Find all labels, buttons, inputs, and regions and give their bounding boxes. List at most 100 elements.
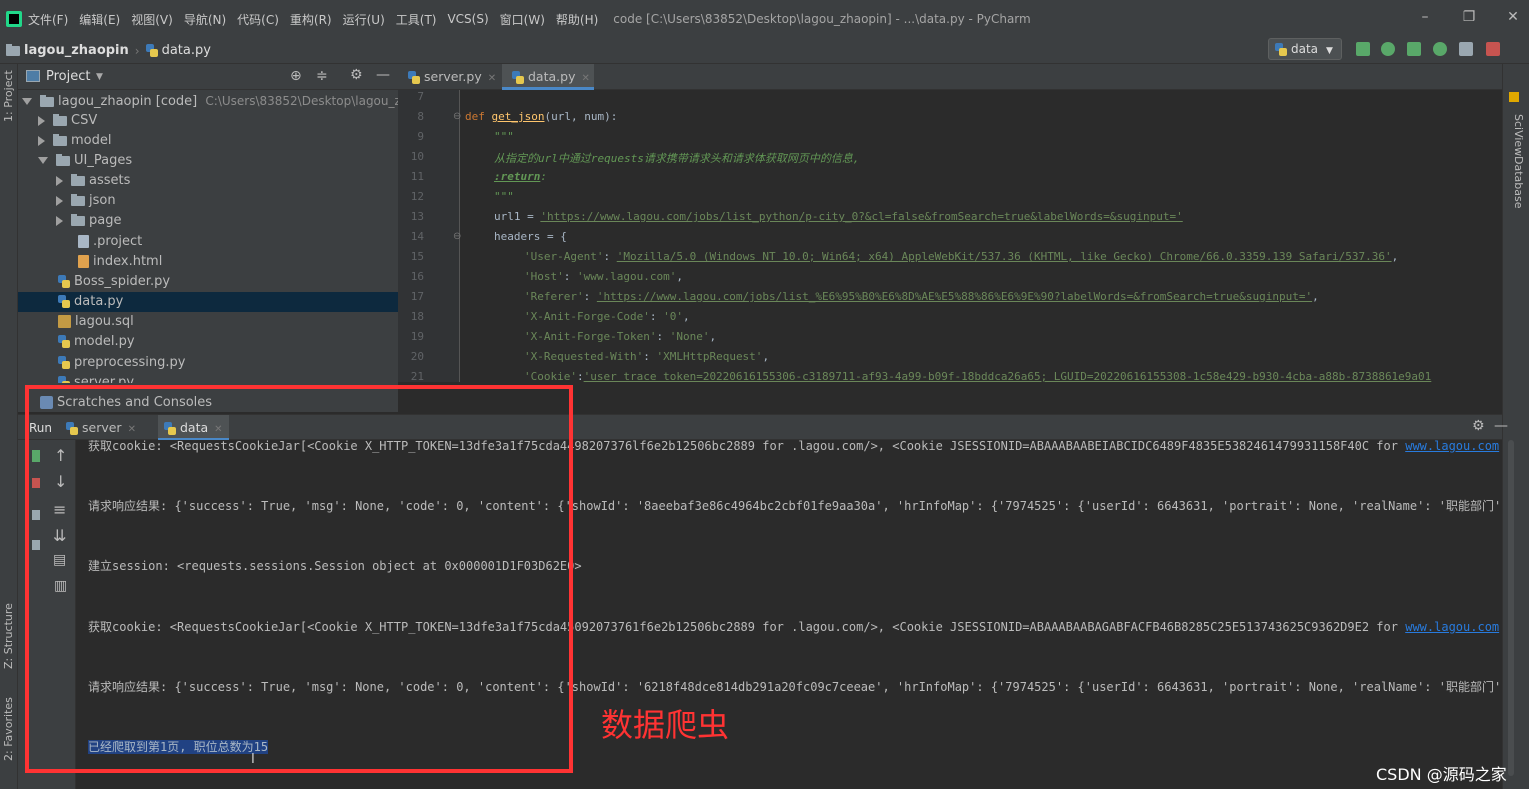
collapse-arrow-icon[interactable] xyxy=(56,195,63,206)
tree-item-label: lagou_zhaopin [code] xyxy=(58,94,198,109)
coverage-icon[interactable] xyxy=(1407,42,1421,56)
gear-icon[interactable]: ⚙ xyxy=(350,67,363,83)
tree-item-label: page xyxy=(89,213,122,228)
gear-icon[interactable]: ⚙ xyxy=(1472,418,1485,434)
menu-navigate[interactable]: 导航(N) xyxy=(184,11,226,28)
tree-item-path: C:\Users\83852\Desktop\lagou_zha xyxy=(205,94,398,108)
tree-item-preprocessing[interactable]: preprocessing.py xyxy=(58,353,185,373)
run-icon[interactable] xyxy=(1356,42,1370,56)
menu-edit[interactable]: 编辑(E) xyxy=(79,11,120,28)
code-line-21: 'Cookie':'user_trace_token=2022061615530… xyxy=(524,370,1432,382)
tab-server-py[interactable]: server.py ✕ xyxy=(398,64,500,90)
project-panel-title[interactable]: Project xyxy=(46,69,90,84)
collapse-all-icon[interactable]: ≑ xyxy=(316,68,328,84)
tree-item-model-py[interactable]: model.py xyxy=(58,332,135,352)
debug-icon[interactable] xyxy=(1381,42,1395,56)
code-editor[interactable]: def get_json(url, num): """ 从指定的url中通过re… xyxy=(461,90,1502,382)
code-token: 'X-Anit-Forge-Token' xyxy=(524,330,657,343)
python-file-icon xyxy=(408,71,420,84)
menu-view[interactable]: 视图(V) xyxy=(131,11,173,28)
menu-refactor[interactable]: 重构(R) xyxy=(290,11,332,28)
console-link[interactable]: www.lagou.com xyxy=(1405,620,1499,634)
tree-item-assets[interactable]: assets xyxy=(56,171,130,191)
tree-item-label: model.py xyxy=(74,334,135,349)
tree-item-lagou-sql[interactable]: lagou.sql xyxy=(58,312,134,332)
close-icon[interactable]: ✕ xyxy=(1506,10,1520,24)
chevron-down-icon[interactable]: ▼ xyxy=(96,72,103,82)
close-tab-icon[interactable]: ✕ xyxy=(581,73,589,84)
code-token: : xyxy=(540,170,547,183)
expand-arrow-icon[interactable] xyxy=(38,157,48,164)
tree-item-label: preprocessing.py xyxy=(74,355,186,370)
expand-arrow-icon[interactable] xyxy=(22,98,32,105)
collapse-arrow-icon[interactable] xyxy=(38,115,45,126)
code-token: 'X-Anit-Forge-Code' xyxy=(524,310,650,323)
code-line-11: :return: xyxy=(494,170,547,183)
locate-icon[interactable]: ⊕ xyxy=(290,68,302,84)
collapse-arrow-icon[interactable] xyxy=(38,135,45,146)
tree-item-data-py[interactable]: data.py xyxy=(18,292,398,312)
code-token: url1 = xyxy=(494,210,541,223)
tree-item-page[interactable]: page xyxy=(56,211,121,231)
tree-item-root[interactable]: lagou_zhaopin [code] C:\Users\83852\Desk… xyxy=(22,91,398,111)
code-line-8: def get_json(url, num): xyxy=(465,110,617,123)
tab-data-py[interactable]: data.py ✕ xyxy=(502,64,594,90)
line-number: 13 xyxy=(410,210,424,223)
tree-item-csv[interactable]: CSV xyxy=(38,111,97,131)
code-line-9: """ xyxy=(494,130,514,143)
tree-item-label: server.py xyxy=(74,375,135,383)
tree-item-boss-spider[interactable]: Boss_spider.py xyxy=(58,272,170,292)
annotation-label: 数据爬虫 xyxy=(601,706,730,744)
menu-help[interactable]: 帮助(H) xyxy=(556,11,598,28)
folder-icon xyxy=(53,133,67,146)
project-tool-tab[interactable]: 1: Project xyxy=(2,70,15,122)
database-tool-tab[interactable]: Database xyxy=(1512,156,1525,209)
collapse-arrow-icon[interactable] xyxy=(56,175,63,186)
folder-icon xyxy=(56,153,70,166)
favorites-tool-tab[interactable]: 2: Favorites xyxy=(2,697,15,761)
tree-item-model[interactable]: model xyxy=(38,131,111,151)
line-number: 9 xyxy=(417,130,424,143)
menu-run[interactable]: 运行(U) xyxy=(343,11,385,28)
hide-icon[interactable]: — xyxy=(1494,418,1508,434)
restore-icon[interactable]: ❐ xyxy=(1462,10,1476,24)
html-file-icon xyxy=(78,255,89,268)
structure-tool-tab[interactable]: Z: Structure xyxy=(2,603,15,669)
tree-item-ui-pages[interactable]: UI_Pages xyxy=(38,151,132,171)
code-token: 'Mozilla/5.0 (Windows NT 10.0; Win64; x6… xyxy=(616,250,1392,263)
code-line-17: 'Referer': 'https://www.lagou.com/jobs/l… xyxy=(524,290,1319,303)
code-token: (url, num): xyxy=(544,110,618,123)
console-scrollbar[interactable] xyxy=(1508,440,1514,776)
line-number: 21 xyxy=(410,370,424,383)
stop-icon[interactable] xyxy=(1486,42,1500,56)
folder-icon xyxy=(71,213,85,226)
hide-icon[interactable]: — xyxy=(376,67,390,83)
breadcrumb-file[interactable]: data.py xyxy=(162,43,211,58)
python-file-icon xyxy=(58,335,70,348)
concurrency-icon[interactable] xyxy=(1459,42,1473,56)
tree-item-label: Boss_spider.py xyxy=(74,274,171,289)
tree-item-index-html[interactable]: index.html xyxy=(78,252,162,272)
sciview-tool-tab[interactable]: SciView xyxy=(1512,114,1525,156)
menu-code[interactable]: 代码(C) xyxy=(237,11,279,28)
tree-item-label: data.py xyxy=(74,294,124,309)
menu-vcs[interactable]: VCS(S) xyxy=(447,12,488,26)
highlight-box xyxy=(25,385,573,773)
line-number-gutter: 7 8 9 10 11 12 13 14 15 16 17 18 19 20 2… xyxy=(398,90,461,383)
window-title: code [C:\Users\83852\Desktop\lagou_zhaop… xyxy=(613,12,1031,26)
console-link[interactable]: www.lagou.com xyxy=(1405,440,1499,453)
minimize-icon[interactable]: – xyxy=(1418,10,1432,24)
menu-file[interactable]: 文件(F) xyxy=(28,11,68,28)
menu-window[interactable]: 窗口(W) xyxy=(500,11,545,28)
profile-icon[interactable] xyxy=(1433,42,1447,56)
tree-item-server-py[interactable]: server.py xyxy=(58,373,134,383)
menu-tools[interactable]: 工具(T) xyxy=(396,11,437,28)
collapse-arrow-icon[interactable] xyxy=(56,215,63,226)
breadcrumb-project[interactable]: lagou_zhaopin xyxy=(24,43,129,58)
run-configuration-select[interactable]: data ▼ xyxy=(1268,38,1342,60)
tree-item-json[interactable]: json xyxy=(56,191,116,211)
tree-item-project-file[interactable]: .project xyxy=(78,232,142,252)
tree-item-label: UI_Pages xyxy=(74,153,133,168)
code-line-14: headers = { xyxy=(494,230,567,243)
close-tab-icon[interactable]: ✕ xyxy=(488,73,496,84)
